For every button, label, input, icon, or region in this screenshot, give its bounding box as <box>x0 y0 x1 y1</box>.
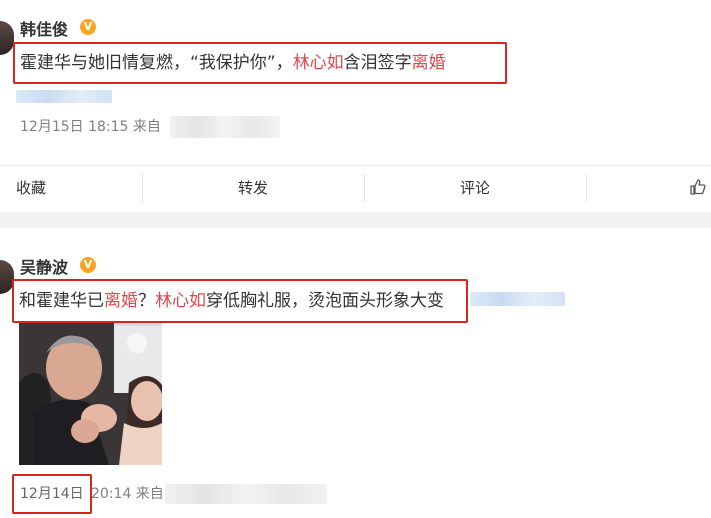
post-text-part: 和霍建华已 <box>19 291 104 311</box>
comment-button[interactable]: 评论 <box>460 178 490 198</box>
username[interactable]: 韩佳俊 <box>20 20 68 40</box>
post-text-part: 含泪签字 <box>343 53 412 73</box>
post-text-part: 霍建华与她旧情复燃，“我保护你”， <box>20 53 293 73</box>
timestamp-time[interactable]: 20:14 来自 <box>91 485 164 503</box>
separator <box>586 174 587 202</box>
username[interactable]: 吴静波 <box>20 258 68 278</box>
divider <box>0 165 711 166</box>
favorite-button[interactable]: 收藏 <box>16 178 46 198</box>
separator <box>142 174 143 202</box>
post-text-part: 穿低胸礼服，烫泡面头形象大变 <box>206 291 444 311</box>
post-text: 霍建华与她旧情复燃，“我保护你”，林心如含泪签字离婚 <box>20 51 446 75</box>
section-gap <box>0 212 711 228</box>
name-highlight[interactable]: 林心如 <box>155 291 206 311</box>
keyword-highlight[interactable]: 离婚 <box>104 291 138 311</box>
repost-button[interactable]: 转发 <box>238 178 268 198</box>
thumbs-up-icon[interactable] <box>688 177 708 197</box>
separator <box>364 174 365 202</box>
name-highlight[interactable]: 林心如 <box>293 53 344 73</box>
verified-badge-icon: V <box>80 257 96 273</box>
blurred-source <box>165 484 327 504</box>
post-image[interactable] <box>19 323 162 465</box>
blurred-link <box>470 292 565 306</box>
post-text-part: ？ <box>138 291 155 311</box>
blurred-link <box>16 90 112 103</box>
timestamp-date[interactable]: 12月14日 <box>20 485 84 503</box>
timestamp[interactable]: 12月15日 18:15 来自 <box>20 118 161 136</box>
verified-badge-icon: V <box>80 19 96 35</box>
avatar[interactable] <box>0 21 14 55</box>
blurred-source <box>170 116 280 138</box>
post-text: 和霍建华已离婚？林心如穿低胸礼服，烫泡面头形象大变 <box>19 289 444 313</box>
keyword-highlight[interactable]: 离婚 <box>412 53 446 73</box>
